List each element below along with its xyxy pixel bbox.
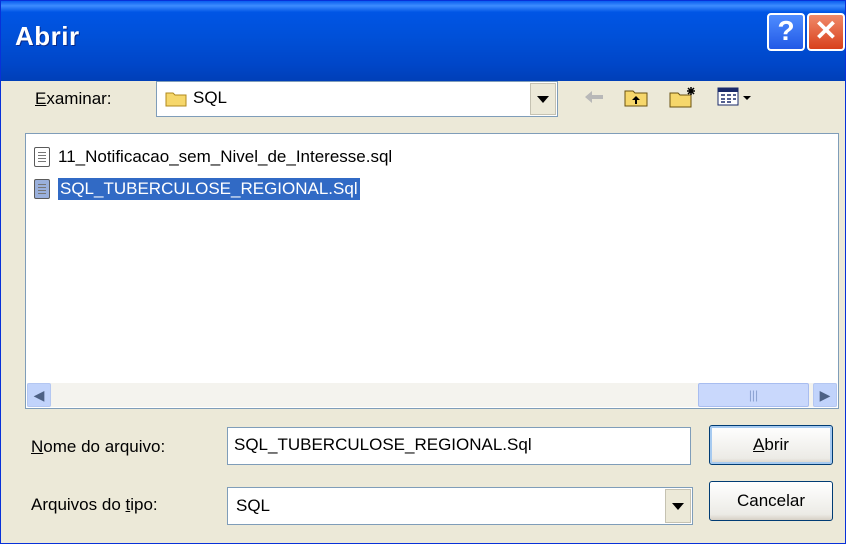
- open-dialog: Abrir ? ✕ Examinar: SQL 11_Notificacao_s…: [0, 0, 846, 544]
- file-name: SQL_TUBERCULOSE_REGIONAL.Sql: [57, 177, 361, 201]
- cancel-button[interactable]: Cancelar: [709, 481, 833, 521]
- scroll-right-button[interactable]: ▶: [813, 383, 837, 407]
- file-name: 11_Notificacao_sem_Nivel_de_Interesse.sq…: [58, 147, 393, 166]
- open-button[interactable]: Abrir: [709, 425, 833, 465]
- horizontal-scrollbar[interactable]: ◀ ||| ▶: [27, 383, 837, 407]
- folder-icon: [165, 90, 187, 107]
- file-type-combo[interactable]: SQL: [227, 487, 693, 525]
- scroll-thumb[interactable]: |||: [698, 383, 809, 407]
- dialog-title: Abrir: [15, 21, 80, 51]
- new-folder-icon[interactable]: [667, 83, 699, 111]
- sql-file-icon: [34, 147, 50, 167]
- title-bar[interactable]: Abrir ? ✕: [1, 1, 845, 81]
- chevron-down-icon: [672, 502, 684, 510]
- back-arrow-icon[interactable]: [581, 83, 607, 111]
- look-in-value: SQL: [193, 88, 228, 107]
- look-in-combo[interactable]: SQL: [156, 81, 558, 117]
- view-menu-icon[interactable]: [713, 83, 761, 111]
- list-item-selected[interactable]: SQL_TUBERCULOSE_REGIONAL.Sql: [34, 176, 361, 202]
- help-button[interactable]: ?: [767, 13, 805, 51]
- chevron-down-icon: [537, 95, 549, 103]
- list-item[interactable]: 11_Notificacao_sem_Nivel_de_Interesse.sq…: [34, 144, 392, 170]
- file-name-input[interactable]: SQL_TUBERCULOSE_REGIONAL.Sql: [227, 427, 691, 465]
- file-list[interactable]: 11_Notificacao_sem_Nivel_de_Interesse.sq…: [25, 133, 839, 409]
- close-button[interactable]: ✕: [807, 13, 845, 51]
- up-folder-icon[interactable]: [621, 83, 651, 111]
- look-in-dropdown-button[interactable]: [530, 83, 556, 115]
- file-name-label: Nome do arquivo:: [31, 437, 166, 456]
- scroll-left-button[interactable]: ◀: [27, 383, 51, 407]
- sql-file-icon: [34, 179, 50, 199]
- file-type-value: SQL: [236, 496, 271, 515]
- file-type-dropdown-button[interactable]: [665, 489, 691, 523]
- file-type-label: Arquivos do tipo:: [31, 495, 158, 514]
- look-in-label: Examinar:: [35, 89, 112, 108]
